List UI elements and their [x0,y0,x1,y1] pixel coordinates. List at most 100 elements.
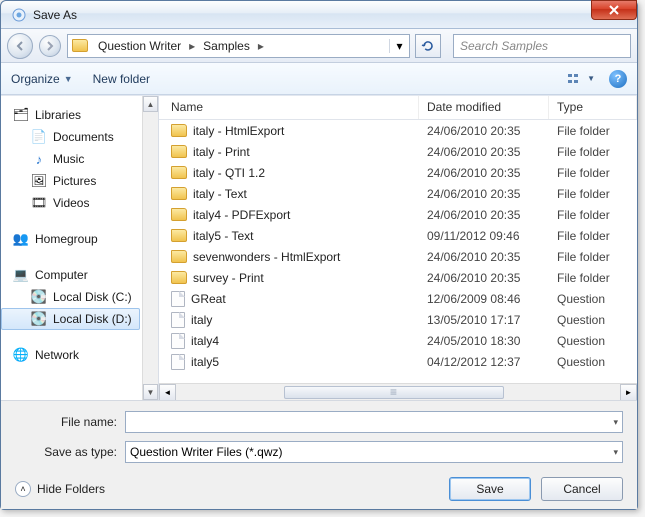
sidebar-item-computer[interactable]: 💻Computer [1,264,140,286]
file-name: italy5 [191,355,219,369]
folder-icon [171,166,187,179]
folder-icon [171,187,187,200]
sidebar: 🗂Libraries 📄Documents ♪Music 🖼Pictures 🎞… [1,96,159,400]
file-date: 13/05/2010 17:17 [419,313,549,327]
file-name: italy - QTI 1.2 [193,166,265,180]
refresh-button[interactable] [415,34,441,58]
file-date: 24/06/2010 20:35 [419,271,549,285]
scroll-down-icon[interactable]: ▼ [143,384,158,400]
bottom-panel: File name: ▾ Save as type: Question Writ… [1,400,637,509]
search-input[interactable]: Search Samples [453,34,631,58]
file-name: italy - Print [193,145,250,159]
sidebar-item-drive-c[interactable]: 💽Local Disk (C:) [1,286,140,308]
horizontal-scrollbar[interactable]: ◄ ≡ ► [159,383,637,400]
file-name: GReat [191,292,226,306]
chevron-right-icon[interactable]: ▸ [187,39,197,53]
videos-icon: 🎞 [31,195,47,211]
file-row[interactable]: italy - HtmlExport24/06/2010 20:35File f… [159,120,637,141]
sidebar-item-documents[interactable]: 📄Documents [1,126,140,148]
new-folder-button[interactable]: New folder [93,72,150,86]
sidebar-scrollbar[interactable]: ▲ ▼ [142,96,158,400]
cancel-button[interactable]: Cancel [541,477,623,501]
chevron-up-icon: ˄ [15,481,31,497]
file-row[interactable]: sevenwonders - HtmlExport24/06/2010 20:3… [159,246,637,267]
pictures-icon: 🖼 [31,173,47,189]
column-date[interactable]: Date modified [419,96,549,119]
scroll-up-icon[interactable]: ▲ [143,96,158,112]
sidebar-item-network[interactable]: 🌐Network [1,344,140,366]
file-date: 24/05/2010 18:30 [419,334,549,348]
close-button[interactable] [591,0,637,20]
sidebar-item-pictures[interactable]: 🖼Pictures [1,170,140,192]
chevron-down-icon[interactable]: ▾ [613,417,618,428]
organize-menu[interactable]: Organize ▼ [11,72,73,86]
file-name: italy4 - PDFExport [193,208,290,222]
chevron-down-icon[interactable]: ▾ [613,447,618,458]
file-date: 24/06/2010 20:35 [419,124,549,138]
file-row[interactable]: italy424/05/2010 18:30Question [159,330,637,351]
breadcrumb[interactable]: Samples [197,35,256,57]
folder-icon [171,208,187,221]
file-date: 24/06/2010 20:35 [419,187,549,201]
file-row[interactable]: survey - Print24/06/2010 20:35File folde… [159,267,637,288]
file-date: 12/06/2009 08:46 [419,292,549,306]
file-type: File folder [549,271,637,285]
filetype-combo[interactable]: Question Writer Files (*.qwz) ▾ [125,441,623,463]
file-name: italy - Text [193,187,247,201]
file-type: Question [549,355,637,369]
file-date: 24/06/2010 20:35 [419,145,549,159]
help-button[interactable]: ? [609,70,627,88]
forward-button[interactable] [39,35,61,57]
file-list: Name Date modified Type italy - HtmlExpo… [159,96,637,400]
file-icon [171,354,185,370]
folder-icon [171,229,187,242]
file-name: italy5 - Text [193,229,253,243]
file-type: Question [549,313,637,327]
music-icon: ♪ [31,151,47,167]
file-date: 24/06/2010 20:35 [419,166,549,180]
folder-icon [171,271,187,284]
file-row[interactable]: GReat12/06/2009 08:46Question [159,288,637,309]
column-name[interactable]: Name [163,96,419,119]
chevron-right-icon[interactable]: ▸ [256,39,266,53]
save-as-dialog: Save As Question Writer ▸ Samples ▸ ▾ Se… [0,0,638,510]
filename-field[interactable] [130,415,613,429]
file-row[interactable]: italy - QTI 1.224/06/2010 20:35File fold… [159,162,637,183]
sidebar-item-libraries[interactable]: 🗂Libraries [1,104,140,126]
hide-folders-button[interactable]: ˄ Hide Folders [15,481,105,497]
toolbar: Organize ▼ New folder ▼ ? [1,63,637,95]
view-options-button[interactable]: ▼ [567,72,595,86]
file-type: File folder [549,250,637,264]
chevron-down-icon: ▼ [64,74,73,84]
scroll-left-icon[interactable]: ◄ [159,384,176,401]
file-name: italy - HtmlExport [193,124,284,138]
sidebar-item-music[interactable]: ♪Music [1,148,140,170]
save-button[interactable]: Save [449,477,531,501]
chevron-down-icon: ▼ [587,74,595,83]
filename-input[interactable]: ▾ [125,411,623,433]
breadcrumb[interactable]: Question Writer [92,35,187,57]
file-type: File folder [549,229,637,243]
scroll-thumb[interactable]: ≡ [284,386,504,399]
sidebar-item-videos[interactable]: 🎞Videos [1,192,140,214]
file-row[interactable]: italy13/05/2010 17:17Question [159,309,637,330]
column-type[interactable]: Type [549,96,637,119]
scroll-right-icon[interactable]: ► [620,384,637,401]
file-row[interactable]: italy4 - PDFExport24/06/2010 20:35File f… [159,204,637,225]
file-row[interactable]: italy - Print24/06/2010 20:35File folder [159,141,637,162]
file-icon [171,291,185,307]
navbar: Question Writer ▸ Samples ▸ ▾ Search Sam… [1,29,637,63]
file-icon [171,312,185,328]
address-bar[interactable]: Question Writer ▸ Samples ▸ ▾ [67,34,410,58]
back-button[interactable] [7,33,33,59]
file-name: italy4 [191,334,219,348]
file-row[interactable]: italy5 - Text09/11/2012 09:46File folder [159,225,637,246]
sidebar-item-homegroup[interactable]: 👥Homegroup [1,228,140,250]
file-row[interactable]: italy504/12/2012 12:37Question [159,351,637,372]
folder-icon [171,250,187,263]
drive-icon: 💽 [31,311,47,327]
sidebar-item-drive-d[interactable]: 💽Local Disk (D:) [1,308,140,330]
address-dropdown[interactable]: ▾ [389,39,409,53]
filetype-value: Question Writer Files (*.qwz) [130,445,282,459]
file-row[interactable]: italy - Text24/06/2010 20:35File folder [159,183,637,204]
